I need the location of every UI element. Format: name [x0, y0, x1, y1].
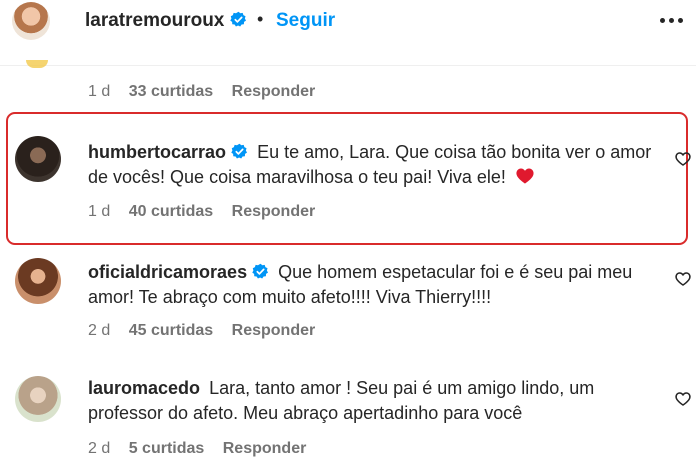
comment-text: humbertocarrao Eu te amo, Lara. Que cois… — [88, 140, 668, 190]
comment-item: oficialdricamoraes Que homem espetacular… — [0, 248, 696, 358]
author-avatar[interactable] — [12, 2, 50, 40]
reply-button[interactable]: Responder — [223, 440, 307, 457]
comment-text: oficialdricamoraes Que homem espetacular… — [88, 260, 668, 310]
separator-dot: • — [257, 9, 264, 29]
heart-outline-icon[interactable] — [674, 150, 692, 168]
comment-meta: 2 d 45 curtidas Responder — [88, 322, 329, 340]
more-options-icon[interactable] — [657, 6, 687, 32]
comment-age: 1 d — [88, 83, 111, 100]
comment-likes[interactable]: 5 curtidas — [129, 440, 205, 457]
author-username[interactable]: laratremouroux — [85, 10, 247, 32]
comment-likes[interactable]: 40 curtidas — [129, 203, 213, 220]
comment-meta: 1 d 40 curtidas Responder — [88, 203, 329, 221]
heart-emoji — [516, 168, 534, 184]
reply-button[interactable]: Responder — [232, 83, 316, 100]
comment-item: humbertocarrao Eu te amo, Lara. Que cois… — [0, 128, 696, 238]
comment-likes[interactable]: 45 curtidas — [129, 322, 213, 339]
comment-item: lauromacedo Lara, tanto amor ! Seu pai é… — [0, 364, 696, 464]
reply-button[interactable]: Responder — [232, 322, 316, 339]
comment-age: 2 d — [88, 322, 111, 339]
comment-age: 2 d — [88, 440, 111, 457]
commenter-username[interactable]: humbertocarrao — [88, 142, 253, 162]
comment-meta: 2 d 5 curtidas Responder — [88, 440, 320, 458]
verified-badge-icon — [252, 263, 269, 279]
commenter-avatar[interactable] — [15, 376, 61, 422]
commenter-avatar[interactable] — [15, 258, 61, 304]
commenter-username-text[interactable]: humbertocarrao — [88, 142, 226, 162]
commenter-username-text[interactable]: oficialdricamoraes — [88, 262, 247, 282]
commenter-username[interactable]: lauromacedo — [88, 378, 200, 398]
post-header: laratremouroux • Seguir — [0, 0, 696, 66]
verified-badge-icon — [231, 143, 248, 159]
commenter-avatar[interactable] — [15, 136, 61, 182]
previous-comment-meta: 1 d 33 curtidas Responder — [88, 83, 329, 101]
heart-outline-icon[interactable] — [674, 390, 692, 408]
author-username-text[interactable]: laratremouroux — [85, 10, 224, 31]
reply-button[interactable]: Responder — [232, 203, 316, 220]
comment-likes[interactable]: 33 curtidas — [129, 83, 213, 100]
commenter-username[interactable]: oficialdricamoraes — [88, 262, 274, 282]
verified-badge-icon — [229, 11, 246, 27]
heart-outline-icon[interactable] — [674, 270, 692, 288]
comment-age: 1 d — [88, 203, 111, 220]
follow-button[interactable]: Seguir — [276, 10, 335, 32]
comment-text: lauromacedo Lara, tanto amor ! Seu pai é… — [88, 376, 658, 426]
previous-comment-avatar — [26, 60, 48, 68]
